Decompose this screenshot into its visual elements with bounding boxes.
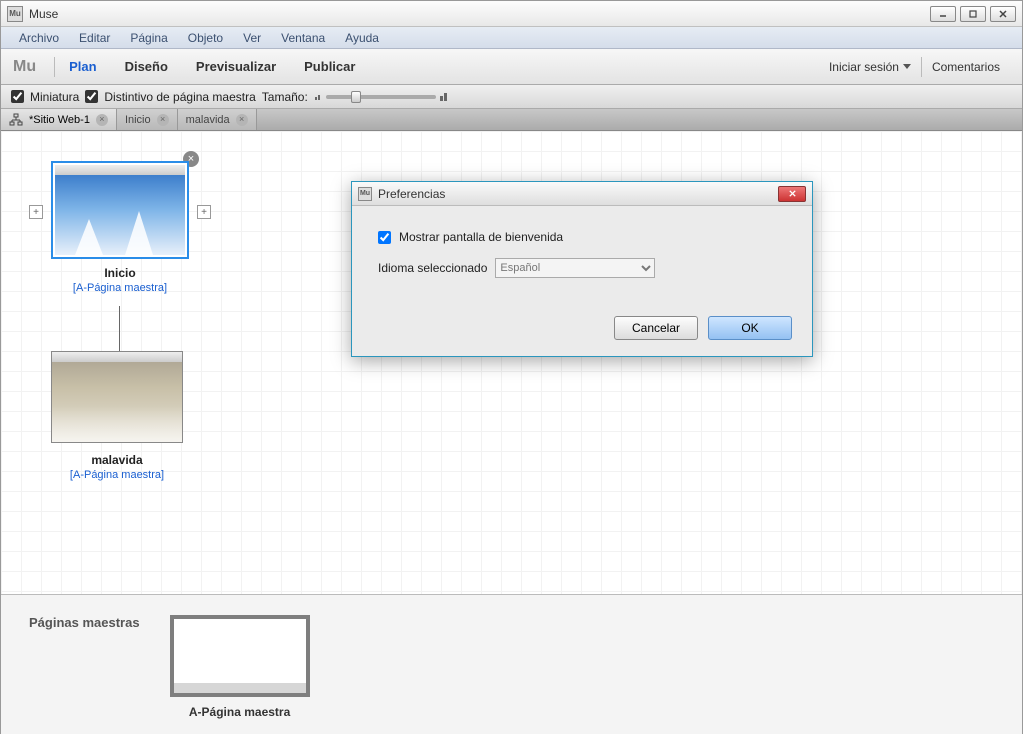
- masters-panel: Páginas maestras A-Página maestra: [1, 594, 1022, 734]
- dialog-titlebar[interactable]: Mu Preferencias: [352, 182, 812, 206]
- masters-heading: Páginas maestras: [29, 615, 140, 630]
- mode-plan[interactable]: Plan: [55, 59, 110, 74]
- thumbnail-label: Miniatura: [30, 90, 79, 104]
- page-name: Inicio: [51, 266, 189, 280]
- master-badge-checkbox[interactable]: [85, 90, 98, 103]
- mode-previsualizar[interactable]: Previsualizar: [182, 59, 290, 74]
- options-bar: Miniatura Distintivo de página maestra T…: [1, 85, 1022, 109]
- maximize-button[interactable]: [960, 6, 986, 22]
- size-slider[interactable]: [314, 93, 448, 101]
- size-label: Tamaño:: [262, 90, 308, 104]
- page-thumbnail[interactable]: [51, 351, 183, 443]
- menu-archivo[interactable]: Archivo: [9, 31, 69, 45]
- mode-bar: Mu Plan Diseño Previsualizar Publicar In…: [1, 49, 1022, 85]
- welcome-label: Mostrar pantalla de bienvenida: [399, 230, 563, 244]
- master-name: A-Página maestra: [170, 705, 310, 719]
- mode-publicar[interactable]: Publicar: [290, 59, 369, 74]
- menu-ayuda[interactable]: Ayuda: [335, 31, 389, 45]
- master-badge-label: Distintivo de página maestra: [104, 90, 255, 104]
- dialog-title: Preferencias: [378, 187, 778, 201]
- sitemap-icon: [9, 113, 23, 127]
- cancel-button[interactable]: Cancelar: [614, 316, 698, 340]
- connector-line: [119, 306, 120, 351]
- app-icon: Mu: [7, 6, 23, 22]
- tab-sitio-web[interactable]: *Sitio Web-1 ×: [1, 109, 117, 130]
- menu-objeto[interactable]: Objeto: [178, 31, 233, 45]
- tab-inicio[interactable]: Inicio ×: [117, 109, 178, 130]
- menu-pagina[interactable]: Página: [120, 31, 177, 45]
- thumbnail-checkbox[interactable]: [11, 90, 24, 103]
- close-button[interactable]: [990, 6, 1016, 22]
- language-select[interactable]: Español: [495, 258, 655, 278]
- tab-close-icon[interactable]: ×: [157, 114, 169, 126]
- master-card[interactable]: A-Página maestra: [170, 615, 310, 719]
- chevron-down-icon: [903, 64, 911, 69]
- menu-ventana[interactable]: Ventana: [271, 31, 335, 45]
- tab-label: malavida: [186, 114, 230, 126]
- menu-editar[interactable]: Editar: [69, 31, 120, 45]
- language-label: Idioma seleccionado: [378, 261, 487, 275]
- preferences-dialog: Mu Preferencias Mostrar pantalla de bien…: [351, 181, 813, 357]
- app-logo: Mu: [13, 58, 36, 76]
- tab-malavida[interactable]: malavida ×: [178, 109, 257, 130]
- dialog-icon: Mu: [358, 187, 372, 201]
- menu-ver[interactable]: Ver: [233, 31, 271, 45]
- tab-label: *Sitio Web-1: [29, 114, 90, 126]
- page-thumbnail[interactable]: [51, 161, 189, 259]
- add-page-right[interactable]: +: [197, 205, 211, 219]
- page-name: malavida: [51, 453, 183, 467]
- page-card-inicio[interactable]: × + + Inicio [A-Página maestra]: [51, 161, 189, 294]
- login-label: Iniciar sesión: [829, 60, 899, 74]
- mode-diseno[interactable]: Diseño: [111, 59, 182, 74]
- slider-thumb[interactable]: [351, 91, 361, 103]
- minimize-button[interactable]: [930, 6, 956, 22]
- window-title: Muse: [29, 7, 930, 21]
- ok-button[interactable]: OK: [708, 316, 792, 340]
- slider-track[interactable]: [326, 95, 436, 99]
- add-page-left[interactable]: +: [29, 205, 43, 219]
- file-tabs: *Sitio Web-1 × Inicio × malavida ×: [1, 109, 1022, 131]
- page-master-tag: [A-Página maestra]: [51, 469, 183, 481]
- tab-close-icon[interactable]: ×: [236, 114, 248, 126]
- slider-large-icon: [440, 93, 448, 101]
- menu-bar: Archivo Editar Página Objeto Ver Ventana…: [1, 27, 1022, 49]
- tab-label: Inicio: [125, 114, 151, 126]
- comments-link[interactable]: Comentarios: [922, 60, 1010, 74]
- tab-close-icon[interactable]: ×: [96, 114, 108, 126]
- master-thumbnail[interactable]: [170, 615, 310, 697]
- slider-small-icon: [314, 93, 322, 101]
- page-master-tag: [A-Página maestra]: [51, 282, 189, 294]
- welcome-checkbox[interactable]: [378, 231, 391, 244]
- title-bar: Mu Muse: [1, 1, 1022, 27]
- dialog-close-button[interactable]: [778, 186, 806, 202]
- login-link[interactable]: Iniciar sesión: [819, 60, 921, 74]
- page-card-malavida[interactable]: malavida [A-Página maestra]: [51, 351, 183, 481]
